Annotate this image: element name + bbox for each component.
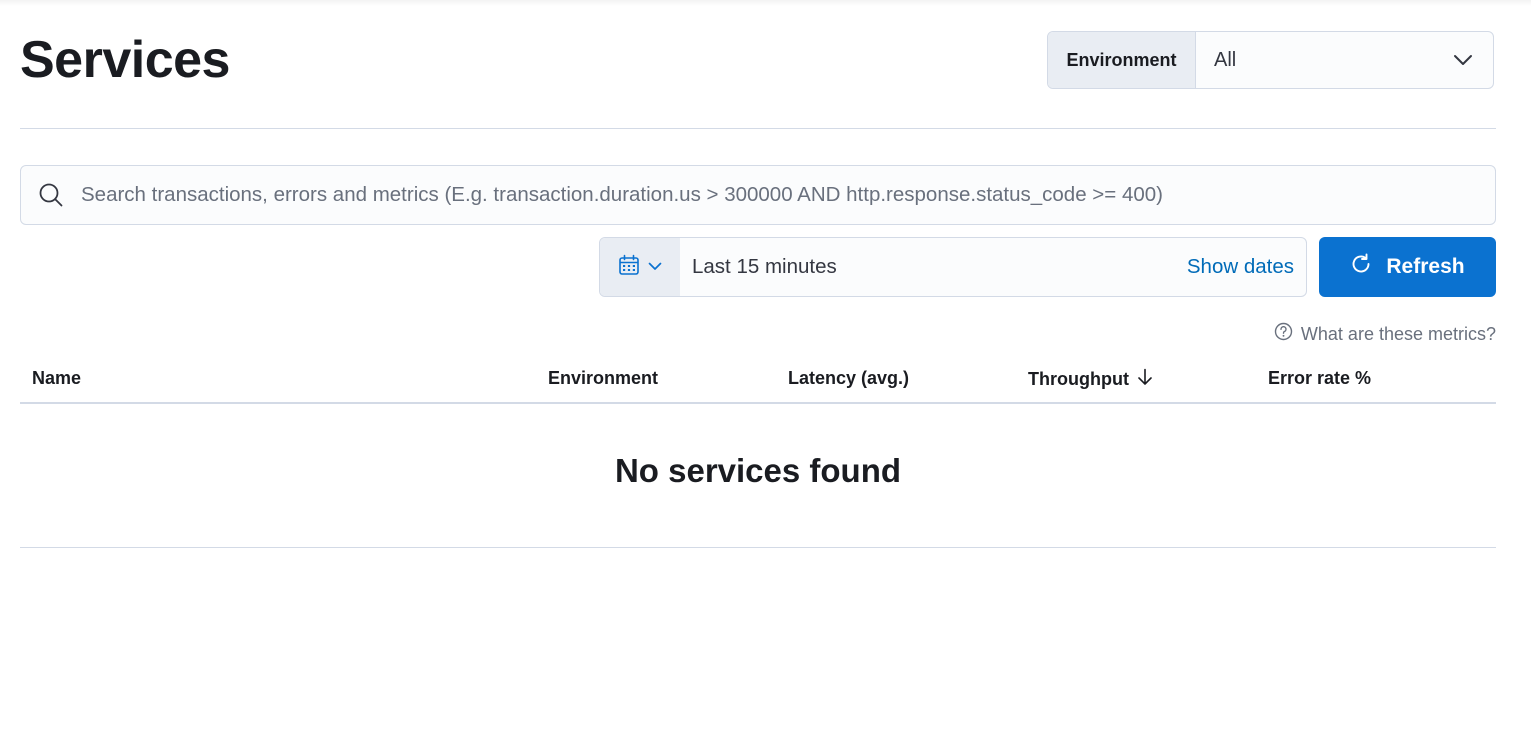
column-header-environment[interactable]: Environment [548, 368, 658, 389]
services-page: Services Environment All Search transact… [0, 0, 1531, 744]
metrics-help-link[interactable]: What are these metrics? [1274, 322, 1496, 346]
show-dates-link[interactable]: Show dates [1187, 255, 1294, 279]
column-header-name-label: Name [32, 368, 82, 388]
search-icon [21, 182, 81, 208]
table-bottom-divider [20, 547, 1496, 548]
column-header-throughput[interactable]: Throughput [1028, 368, 1153, 391]
date-quick-menu-button[interactable] [600, 238, 680, 296]
column-header-error-rate[interactable]: Error rate % [1268, 368, 1371, 389]
metrics-help-label: What are these metrics? [1300, 323, 1496, 344]
header-divider [20, 128, 1496, 129]
refresh-button[interactable]: Refresh [1319, 237, 1496, 297]
column-header-environment-label: Environment [548, 368, 659, 388]
page-title: Services [20, 31, 230, 89]
column-header-error-rate-label: Error rate % [1268, 368, 1372, 388]
date-range-label: Last 15 minutes [692, 255, 837, 278]
refresh-button-label: Refresh [1386, 255, 1465, 278]
services-table-header: Name Environment Latency (avg.) Throughp… [20, 356, 1496, 404]
column-header-throughput-label: Throughput [1028, 369, 1129, 389]
date-picker[interactable]: Last 15 minutes Show dates [599, 237, 1307, 297]
column-header-latency[interactable]: Latency (avg.) [788, 368, 909, 389]
column-header-latency-label: Latency (avg.) [788, 368, 910, 388]
calendar-icon [618, 254, 640, 281]
environment-select-value[interactable]: All [1196, 32, 1433, 88]
column-header-name[interactable]: Name [32, 368, 81, 389]
arrow-down-icon [1137, 368, 1153, 391]
search-bar[interactable] [20, 165, 1496, 225]
empty-table-message: No services found [614, 452, 902, 489]
search-input[interactable] [81, 183, 1481, 207]
environment-select-label: Environment [1048, 32, 1196, 88]
header-shadow [0, 0, 1531, 6]
chevron-down-icon [648, 258, 662, 276]
environment-select[interactable]: Environment All [1047, 31, 1494, 89]
question-circle-icon [1274, 322, 1293, 346]
refresh-icon [1350, 253, 1372, 281]
date-range: Last 15 minutes Show dates [680, 238, 1306, 296]
chevron-down-icon[interactable] [1433, 32, 1493, 88]
